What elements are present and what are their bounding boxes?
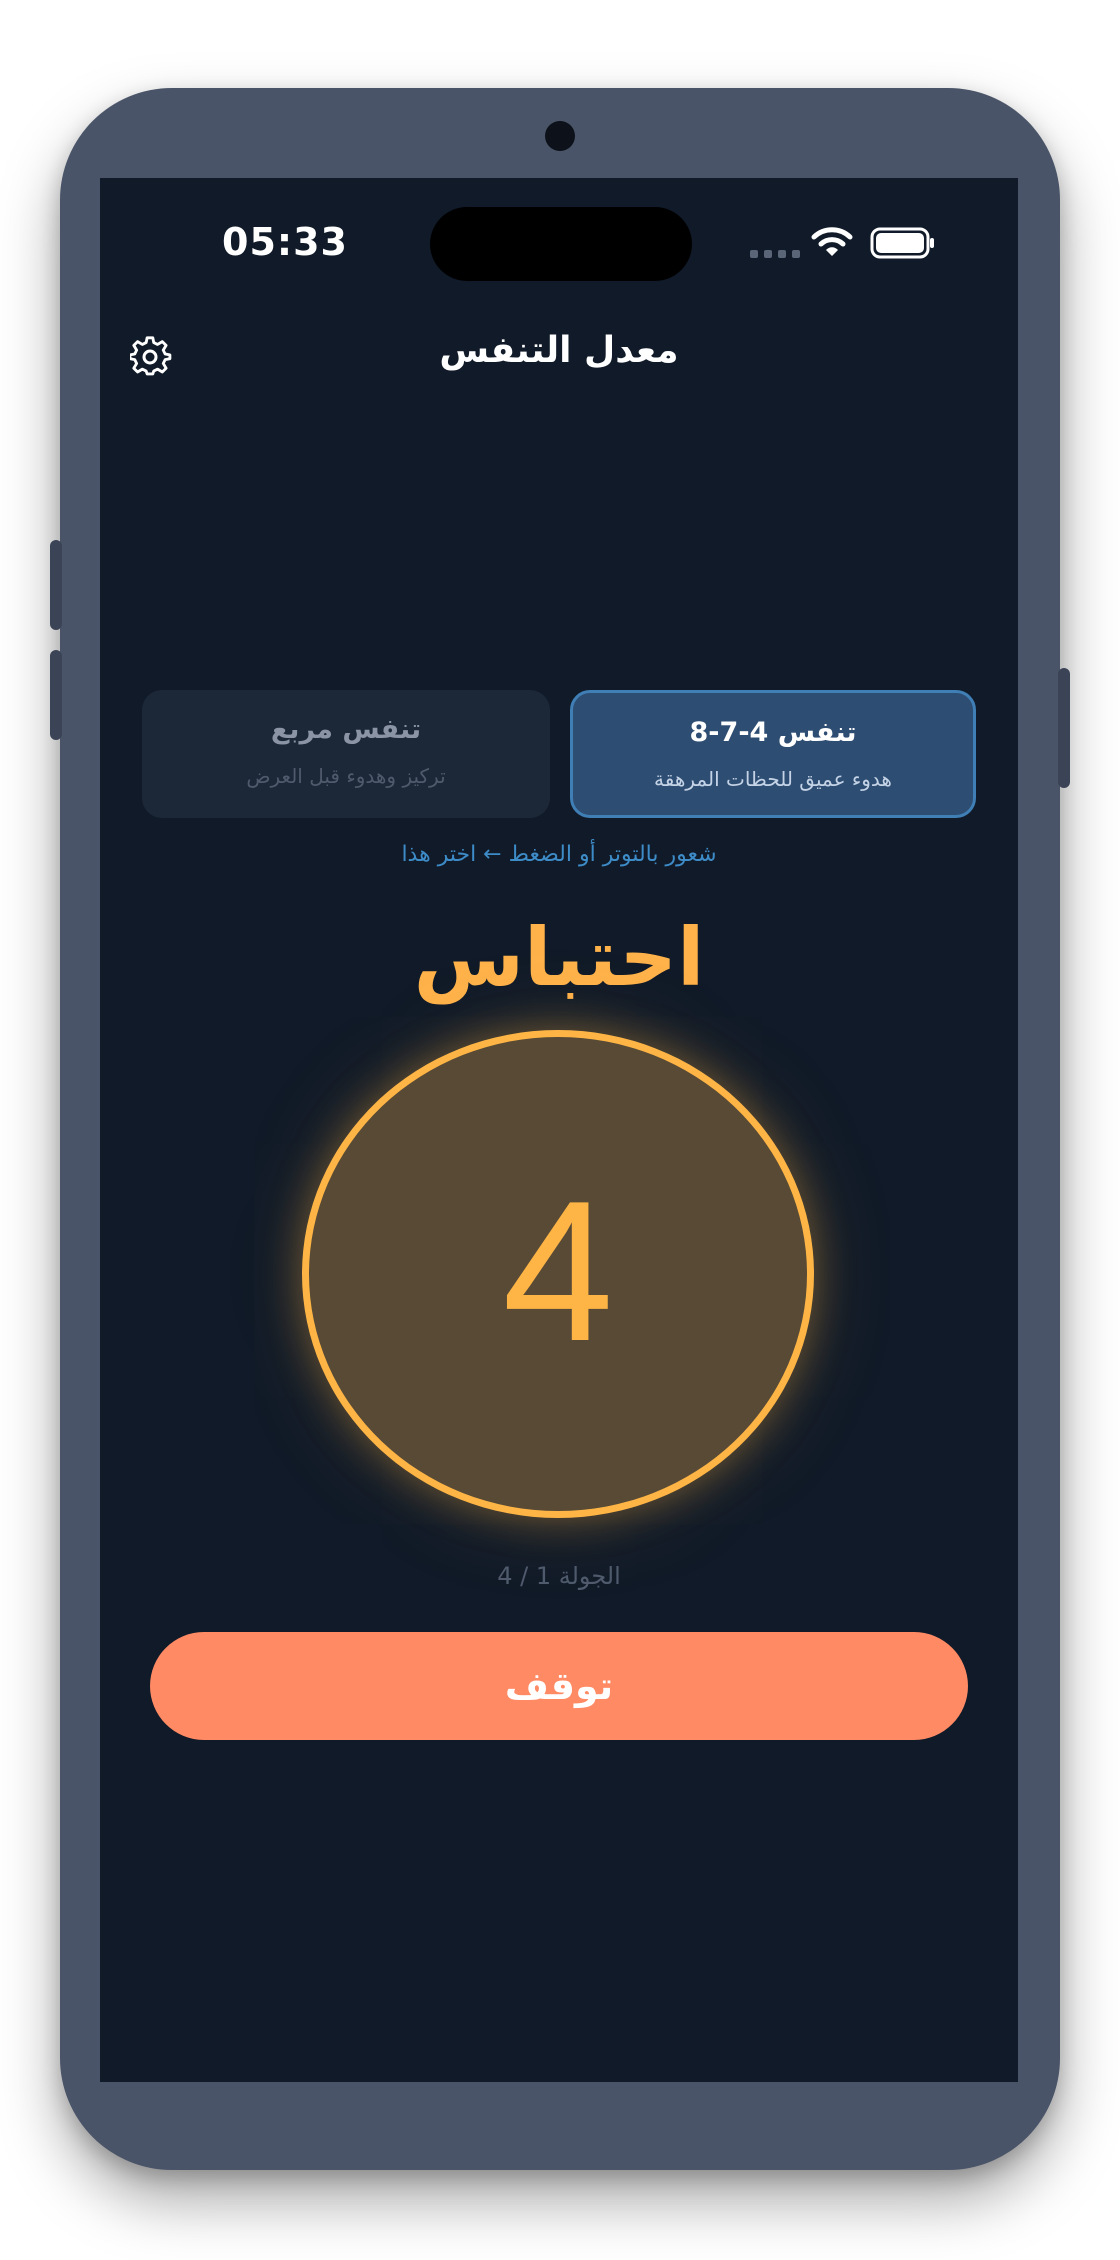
battery-icon bbox=[870, 227, 934, 259]
app-screen: 05:33 معدل التنفس تنفس 4-7-8 هدوء عميق ل… bbox=[100, 178, 1018, 2082]
breath-phase-label: احتباس bbox=[413, 911, 705, 1004]
breath-circle: 4 bbox=[302, 1030, 814, 1518]
volume-up-button bbox=[50, 540, 62, 630]
page-title: معدل التنفس bbox=[439, 330, 679, 371]
wifi-icon bbox=[811, 227, 853, 256]
mode-card-subtitle: تركيز وهدوء قبل العرض bbox=[246, 764, 446, 788]
status-time: 05:33 bbox=[222, 220, 348, 264]
signal-icon bbox=[750, 250, 800, 258]
mode-card-title: تنفس مربع bbox=[270, 714, 422, 745]
mode-card-title: تنفس 4-7-8 bbox=[689, 717, 857, 748]
countdown-number: 4 bbox=[502, 1160, 614, 1383]
mode-hint-link[interactable]: شعور بالتوتر أو الضغط ← اختر هذا bbox=[100, 842, 1018, 867]
stop-button[interactable]: توقف bbox=[150, 1632, 968, 1740]
front-camera bbox=[545, 121, 575, 151]
mode-card-478[interactable]: تنفس 4-7-8 هدوء عميق للحظات المرهقة bbox=[570, 690, 976, 818]
round-counter: الجولة 1 / 4 bbox=[497, 1562, 621, 1590]
mode-card-box[interactable]: تنفس مربع تركيز وهدوء قبل العرض bbox=[142, 690, 550, 818]
power-button bbox=[1058, 668, 1070, 788]
mode-card-subtitle: هدوء عميق للحظات المرهقة bbox=[654, 767, 892, 791]
dynamic-island bbox=[430, 207, 692, 281]
volume-down-button bbox=[50, 650, 62, 740]
